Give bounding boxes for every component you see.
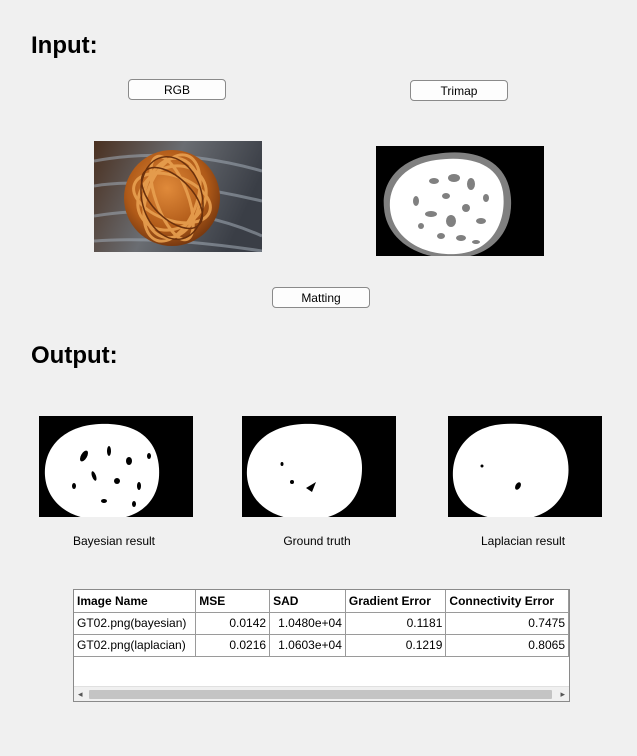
ground-truth-caption: Ground truth: [283, 534, 351, 548]
cell-connectivity-error: 0.8065: [445, 633, 569, 657]
column-header-gradient-error[interactable]: Gradient Error: [344, 590, 447, 613]
column-header-mse[interactable]: MSE: [195, 590, 271, 613]
rgb-image: [94, 141, 262, 252]
trimap-button[interactable]: Trimap: [410, 80, 508, 101]
cell-sad: 1.0480e+04: [269, 611, 346, 635]
ground-truth-image: [242, 416, 396, 517]
cell-mse: 0.0216: [195, 633, 271, 657]
output-heading: Output:: [31, 342, 118, 369]
laplacian-result-caption: Laplacian result: [480, 534, 566, 548]
horizontal-scrollbar[interactable]: ◂ ▸: [74, 686, 569, 701]
cell-mse: 0.0142: [195, 611, 271, 635]
cell-image-name: GT02.png(laplacian): [74, 633, 197, 657]
scroll-right-icon[interactable]: ▸: [560, 689, 565, 700]
table-row[interactable]: GT02.png(laplacian) 0.0216 1.0603e+04 0.…: [74, 633, 569, 657]
scrollbar-thumb[interactable]: [89, 690, 552, 699]
input-heading: Input:: [31, 32, 98, 59]
results-table[interactable]: Image Name MSE SAD Gradient Error Connec…: [73, 589, 570, 702]
trimap-image: [376, 146, 544, 256]
scroll-left-icon[interactable]: ◂: [78, 689, 83, 700]
cell-gradient-error: 0.1181: [344, 611, 447, 635]
column-header-image-name[interactable]: Image Name: [74, 590, 197, 613]
cell-sad: 1.0603e+04: [269, 633, 346, 657]
bayesian-result-caption: Bayesian result: [72, 534, 156, 548]
column-header-connectivity-error[interactable]: Connectivity Error: [445, 590, 569, 613]
cell-connectivity-error: 0.7475: [445, 611, 569, 635]
matting-button[interactable]: Matting: [272, 287, 370, 308]
table-row[interactable]: GT02.png(bayesian) 0.0142 1.0480e+04 0.1…: [74, 611, 569, 635]
cell-gradient-error: 0.1219: [344, 633, 447, 657]
column-header-sad[interactable]: SAD: [269, 590, 346, 613]
table-header-row: Image Name MSE SAD Gradient Error Connec…: [74, 590, 569, 613]
rgb-button[interactable]: RGB: [128, 79, 226, 100]
laplacian-result-image: [448, 416, 602, 517]
cell-image-name: GT02.png(bayesian): [74, 611, 197, 635]
bayesian-result-image: [39, 416, 193, 517]
